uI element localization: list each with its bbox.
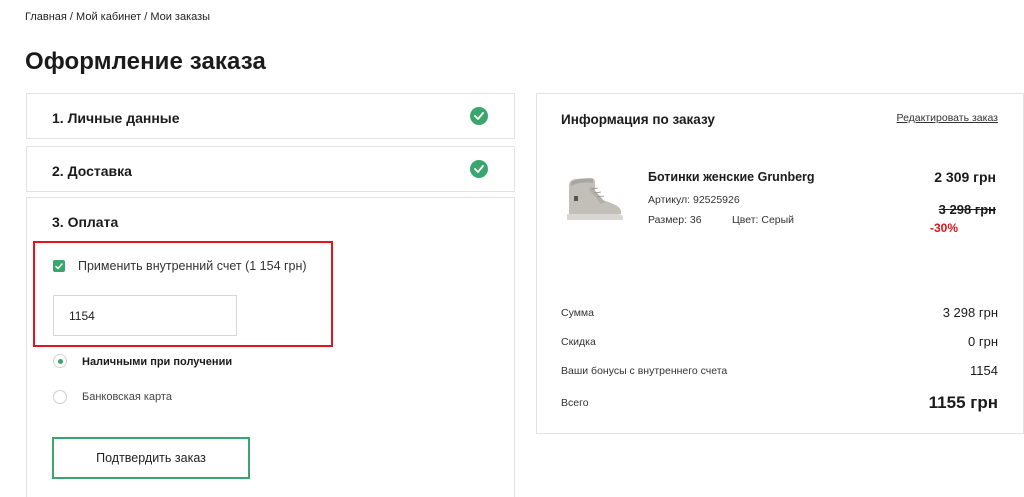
step-personal-data[interactable]: 1. Личные данные xyxy=(26,93,515,139)
confirm-order-button[interactable]: Подтвердить заказ xyxy=(52,437,250,479)
breadcrumb-separator: / xyxy=(66,11,77,23)
product-size: Размер: 36 xyxy=(648,214,702,226)
internal-account-label[interactable]: Применить внутренний счет (1 154 грн) xyxy=(78,259,307,273)
boot-product-image xyxy=(561,174,627,224)
breadcrumb-cabinet[interactable]: Мой кабинет xyxy=(76,11,141,23)
product-sku: Артикул: 92525926 xyxy=(648,194,740,206)
summary-total-label: Всего xyxy=(561,397,589,409)
check-circle-icon xyxy=(470,160,488,178)
step-payment-title: 3. Оплата xyxy=(52,214,119,230)
summary-sum-label: Сумма xyxy=(561,307,594,319)
product-name[interactable]: Ботинки женские Grunberg xyxy=(648,170,815,184)
summary-sum-value: 3 298 грн xyxy=(942,305,998,320)
summary-bonuses-label: Ваши бонусы с внутреннего счета xyxy=(561,365,728,377)
order-summary-panel: Информация по заказу Редактировать заказ… xyxy=(536,93,1024,434)
product-price-old: 3 298 грн xyxy=(938,202,996,217)
breadcrumb-separator: / xyxy=(141,11,151,23)
internal-account-amount-input[interactable] xyxy=(53,295,237,336)
internal-account-checkbox[interactable] xyxy=(53,260,65,272)
breadcrumb-orders[interactable]: Мои заказы xyxy=(150,11,210,23)
payment-cash-radio[interactable] xyxy=(53,354,67,368)
summary-bonuses-value: 1154 xyxy=(970,363,998,378)
product-color: Цвет: Серый xyxy=(732,214,795,226)
product-discount-badge: -30% xyxy=(930,221,959,235)
summary-discount-label: Скидка xyxy=(561,336,596,348)
page-title: Оформление заказа xyxy=(25,48,266,75)
product-price-current: 2 309 грн xyxy=(934,169,996,185)
breadcrumb-home[interactable]: Главная xyxy=(25,11,67,23)
order-summary-title: Информация по заказу xyxy=(561,112,715,127)
summary-discount-value: 0 грн xyxy=(968,334,998,349)
summary-total-value: 1155 грн xyxy=(928,393,998,412)
check-circle-icon xyxy=(470,107,488,125)
edit-order-link[interactable]: Редактировать заказ xyxy=(897,112,998,124)
payment-cash-label[interactable]: Наличными при получении xyxy=(82,356,232,368)
step-delivery[interactable]: 2. Доставка xyxy=(26,146,515,192)
payment-card-label[interactable]: Банковская карта xyxy=(82,391,172,403)
step-delivery-title: 2. Доставка xyxy=(52,163,132,179)
payment-card-radio[interactable] xyxy=(53,390,67,404)
breadcrumb: Главная / Мой кабинет / Мои заказы xyxy=(25,11,210,23)
checkbox-checked-icon xyxy=(55,262,63,269)
step-personal-data-title: 1. Личные данные xyxy=(52,110,180,126)
